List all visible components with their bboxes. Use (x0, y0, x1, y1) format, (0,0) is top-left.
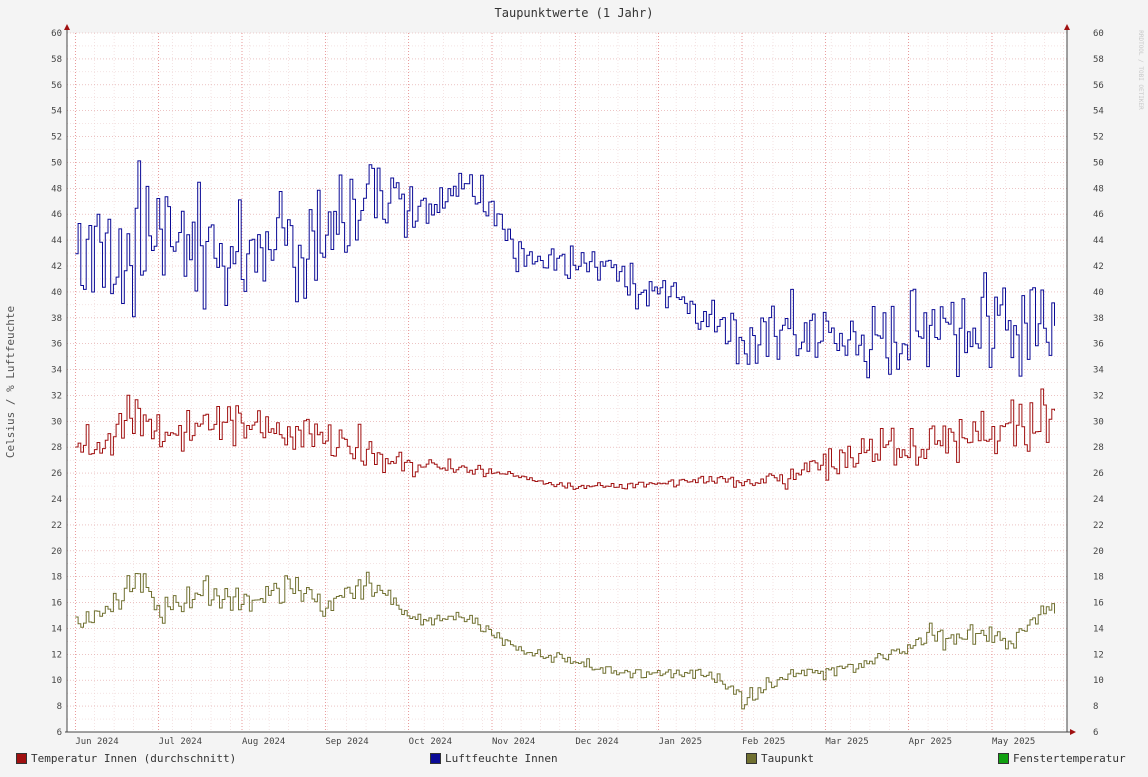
y-tick-label-left: 28 (51, 443, 62, 453)
y-tick-label-left: 52 (51, 133, 62, 143)
legend-label-taupunkt: Taupunkt (761, 752, 814, 765)
legend-label-temperatur: Temperatur Innen (durchschnitt) (31, 752, 237, 765)
x-axis-arrow (1070, 729, 1076, 735)
y-tick-label-left: 38 (51, 314, 62, 324)
x-tick-label: Jan 2025 (659, 737, 702, 747)
legend-label-fenster: Fenstertemperatur (1013, 752, 1126, 765)
y-tick-label-right: 28 (1093, 443, 1104, 453)
y-tick-label-left: 34 (51, 366, 62, 376)
y-tick-label-left: 30 (51, 417, 62, 427)
y-tick-label-left: 16 (51, 599, 62, 609)
y-tick-label-left: 14 (51, 624, 62, 634)
x-tick-label: Apr 2025 (909, 737, 952, 747)
y-tick-label-left: 56 (51, 81, 62, 91)
x-tick-label: Feb 2025 (742, 737, 785, 747)
x-tick-label: Jul 2024 (159, 737, 202, 747)
legend-swatch-luftfeuchte (430, 753, 441, 764)
y-tick-label-right: 16 (1093, 599, 1104, 609)
y-tick-label-left: 24 (51, 495, 62, 505)
y-tick-label-left: 40 (51, 288, 62, 298)
y-tick-label-right: 42 (1093, 262, 1104, 272)
y-tick-label-right: 50 (1093, 158, 1104, 168)
y-tick-label-right: 38 (1093, 314, 1104, 324)
y-tick-label-right: 48 (1093, 184, 1104, 194)
y-tick-label-left: 6 (57, 728, 62, 738)
chart-stage: Taupunktwerte (1 Jahr) Celsius / % Luftf… (0, 0, 1148, 773)
legend-swatch-fenster (998, 753, 1009, 764)
y-tick-label-right: 54 (1093, 107, 1104, 117)
y-tick-label-right: 14 (1093, 624, 1104, 634)
x-tick-label: May 2025 (992, 737, 1035, 747)
legend-item-temperatur: Temperatur Innen (durchschnitt) (16, 752, 236, 765)
y-tick-label-left: 58 (51, 55, 62, 65)
y-tick-label-right: 30 (1093, 417, 1104, 427)
x-tick-label: Mar 2025 (825, 737, 868, 747)
y-tick-label-right: 52 (1093, 133, 1104, 143)
y-tick-label-left: 42 (51, 262, 62, 272)
y-tick-label-left: 54 (51, 107, 62, 117)
legend-item-luftfeuchte: Luftfeuchte Innen (430, 752, 558, 765)
legend: Temperatur Innen (durchschnitt) Luftfeuc… (0, 752, 1148, 768)
y-tick-label-right: 34 (1093, 366, 1104, 376)
y-tick-label-left: 22 (51, 521, 62, 531)
legend-label-luftfeuchte: Luftfeuchte Innen (445, 752, 558, 765)
y-tick-label-right: 44 (1093, 236, 1104, 246)
y-tick-label-left: 10 (51, 676, 62, 686)
y-tick-label-right: 58 (1093, 55, 1104, 65)
y-tick-label-left: 20 (51, 547, 62, 557)
y-tick-label-right: 60 (1093, 29, 1104, 39)
y-tick-label-left: 44 (51, 236, 62, 246)
x-tick-label: Oct 2024 (409, 737, 452, 747)
y-tick-label-left: 12 (51, 650, 62, 660)
y-tick-label-right: 56 (1093, 81, 1104, 91)
y-tick-label-right: 18 (1093, 573, 1104, 583)
y-tick-label-left: 18 (51, 573, 62, 583)
x-tick-label: Jun 2024 (75, 737, 118, 747)
grid (67, 32, 1067, 733)
legend-item-taupunkt: Taupunkt (746, 752, 814, 765)
y-tick-label-right: 36 (1093, 340, 1104, 350)
y-tick-label-left: 60 (51, 29, 62, 39)
y-tick-label-left: 46 (51, 210, 62, 220)
y-tick-label-left: 48 (51, 184, 62, 194)
legend-swatch-temperatur (16, 753, 27, 764)
y-tick-label-right: 10 (1093, 676, 1104, 686)
legend-item-fenster: Fenstertemperatur (998, 752, 1126, 765)
watermark: RRDTOOL / TOBI OETIKER (1137, 30, 1144, 110)
legend-swatch-taupunkt (746, 753, 757, 764)
y-tick-label-right: 6 (1093, 728, 1098, 738)
x-tick-label: Nov 2024 (492, 737, 535, 747)
y-tick-label-right: 26 (1093, 469, 1104, 479)
y-tick-label-right: 22 (1093, 521, 1104, 531)
y-tick-label-left: 50 (51, 158, 62, 168)
y-axis-label: Celsius / % Luftfeuchte (4, 306, 17, 458)
y-tick-label-left: 32 (51, 391, 62, 401)
y-tick-label-right: 24 (1093, 495, 1104, 505)
chart-title: Taupunktwerte (1 Jahr) (495, 6, 654, 20)
y-tick-label-right: 40 (1093, 288, 1104, 298)
x-tick-label: Aug 2024 (242, 737, 285, 747)
y-tick-label-left: 8 (57, 702, 62, 712)
y-axis-arrow-left (64, 24, 70, 30)
y-tick-label-left: 26 (51, 469, 62, 479)
y-tick-label-right: 46 (1093, 210, 1104, 220)
y-tick-label-right: 20 (1093, 547, 1104, 557)
y-tick-label-right: 32 (1093, 391, 1104, 401)
x-tick-label: Sep 2024 (325, 737, 368, 747)
y-axis-arrow-right (1064, 24, 1070, 30)
y-tick-label-right: 12 (1093, 650, 1104, 660)
y-tick-label-left: 36 (51, 340, 62, 350)
x-tick-label: Dec 2024 (575, 737, 618, 747)
chart-svg: Taupunktwerte (1 Jahr) Celsius / % Luftf… (4, 6, 1144, 747)
y-tick-label-right: 8 (1093, 702, 1098, 712)
